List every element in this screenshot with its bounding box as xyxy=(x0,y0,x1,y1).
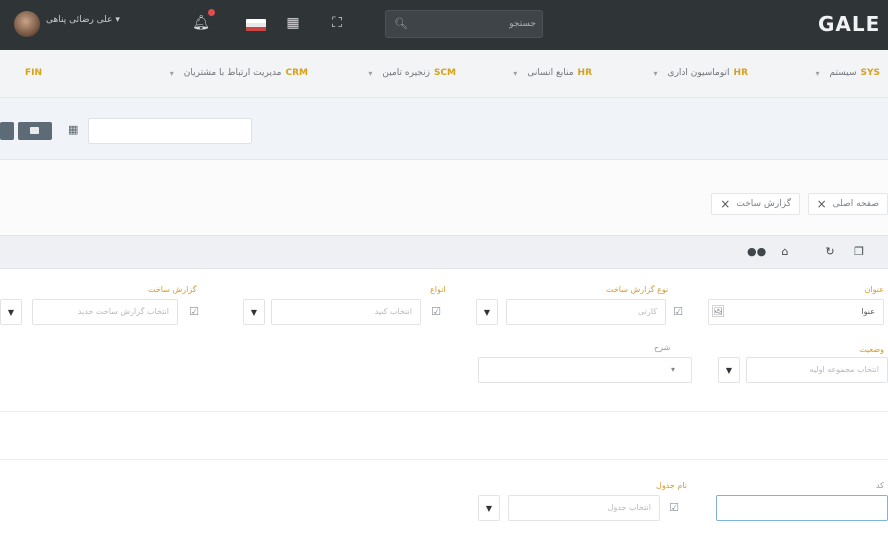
field-label-report-type: نوع گزارش ساخت xyxy=(606,285,669,294)
status-field[interactable]: انتخاب مجموعه اولیه xyxy=(746,357,888,383)
search-box[interactable]: 🔍︎ xyxy=(385,10,543,38)
form-action-bar: ●● ⌂ ↻ ❐ xyxy=(0,235,888,269)
toolbar-button[interactable] xyxy=(0,122,14,140)
top-bar: علی رضائی پناهی ▾ 🔔︎ ▦ ⛶ 🔍︎ GALE xyxy=(0,0,888,50)
field-label-status: وضعیت xyxy=(859,345,884,354)
table-name-field[interactable]: انتخاب جدول xyxy=(508,495,660,521)
tab-strip: صفحه اصلی × گزارش ساخت × xyxy=(0,160,888,235)
close-icon[interactable]: × xyxy=(817,197,827,211)
toolbar-window-button[interactable] xyxy=(18,122,52,140)
toolbar: ▦ xyxy=(0,98,888,160)
grid-icon[interactable]: ▦ xyxy=(68,124,80,136)
tab-report[interactable]: گزارش ساخت × xyxy=(711,193,800,215)
divider xyxy=(0,459,888,460)
field-label-code: کد xyxy=(875,481,884,490)
binoculars-icon[interactable]: ●● xyxy=(747,245,766,259)
types-field[interactable]: انتخاب کنید xyxy=(271,299,421,325)
module-menu: SYS سیستم ▾ HR اتوماسیون اداری ▾ HR مناب… xyxy=(0,50,888,98)
chevron-down-icon: ▾ xyxy=(368,68,373,78)
refresh-icon[interactable]: ↻ xyxy=(823,245,837,259)
chevron-down-icon: ▾ xyxy=(169,68,174,78)
description-field[interactable]: ▾ xyxy=(478,357,692,383)
user-menu[interactable]: علی رضائی پناهی ▾ xyxy=(46,15,176,25)
report-type-dropdown-button[interactable]: ▼ xyxy=(476,299,498,325)
chevron-down-icon: ▾ xyxy=(815,68,820,78)
chevron-down-icon: ▾ xyxy=(115,15,120,25)
table-dropdown-button[interactable]: ▼ xyxy=(478,495,500,521)
edit-icon[interactable]: ☑ xyxy=(428,304,444,320)
avatar[interactable] xyxy=(14,11,40,37)
edit-icon[interactable]: ☑ xyxy=(186,304,202,320)
field-label-report: گزارش ساخت xyxy=(148,285,197,294)
module-item-automation[interactable]: HR اتوماسیون اداری ▾ xyxy=(654,68,748,78)
tab-home[interactable]: صفحه اصلی × xyxy=(807,193,888,215)
divider xyxy=(0,411,888,412)
toolbar-input[interactable] xyxy=(88,118,252,144)
field-label-types: انواع xyxy=(430,285,446,294)
report-type-field[interactable]: کارتی xyxy=(506,299,666,325)
notification-dot xyxy=(208,9,215,16)
fullscreen-icon[interactable]: ⛶ xyxy=(326,12,348,34)
chevron-down-icon: ▾ xyxy=(513,68,518,78)
username: علی رضائی پناهی xyxy=(46,15,113,25)
calculator-icon[interactable]: ▦ xyxy=(282,12,304,34)
flag-icon[interactable] xyxy=(246,19,266,31)
copy-icon[interactable]: ❐ xyxy=(852,245,866,259)
edit-icon[interactable]: ☑ xyxy=(666,500,682,516)
module-item-hr[interactable]: HR منابع انسانی ▾ xyxy=(513,68,592,78)
logo: GALE xyxy=(818,12,881,36)
types-dropdown-button[interactable]: ▼ xyxy=(243,299,265,325)
module-item-fin[interactable]: FIN xyxy=(21,68,42,78)
report-dropdown-button[interactable]: ▼ xyxy=(0,299,22,325)
home-icon[interactable]: ⌂ xyxy=(778,245,792,259)
close-icon[interactable]: × xyxy=(720,197,730,211)
field-label-table-name: نام جدول xyxy=(656,481,687,490)
code-field[interactable] xyxy=(716,495,888,521)
field-label-title: عنوان xyxy=(864,285,884,294)
module-item-scm[interactable]: SCM زنجیره تامین ▾ xyxy=(368,68,456,78)
field-label-description: شرح xyxy=(654,343,671,352)
image-icon: 🖼︎ xyxy=(711,305,725,318)
title-field[interactable]: عنوا xyxy=(708,299,884,325)
chevron-down-icon: ▾ xyxy=(653,68,658,78)
module-item-crm[interactable]: CRM مدیریت ارتباط با مشتریان ▾ xyxy=(170,68,308,78)
report-form: عنوان عنوا 🖼︎ نوع گزارش ساخت ▼ کارتی ☑ ا… xyxy=(0,269,888,536)
status-dropdown-button[interactable]: ▼ xyxy=(718,357,740,383)
report-field[interactable]: انتخاب گزارش ساخت جدید xyxy=(32,299,178,325)
search-icon: 🔍︎ xyxy=(394,17,408,30)
edit-icon[interactable]: ☑ xyxy=(670,304,686,320)
chevron-down-icon: ▾ xyxy=(671,365,676,374)
module-item-sys[interactable]: SYS سیستم ▾ xyxy=(816,68,881,78)
search-input[interactable] xyxy=(410,16,536,32)
